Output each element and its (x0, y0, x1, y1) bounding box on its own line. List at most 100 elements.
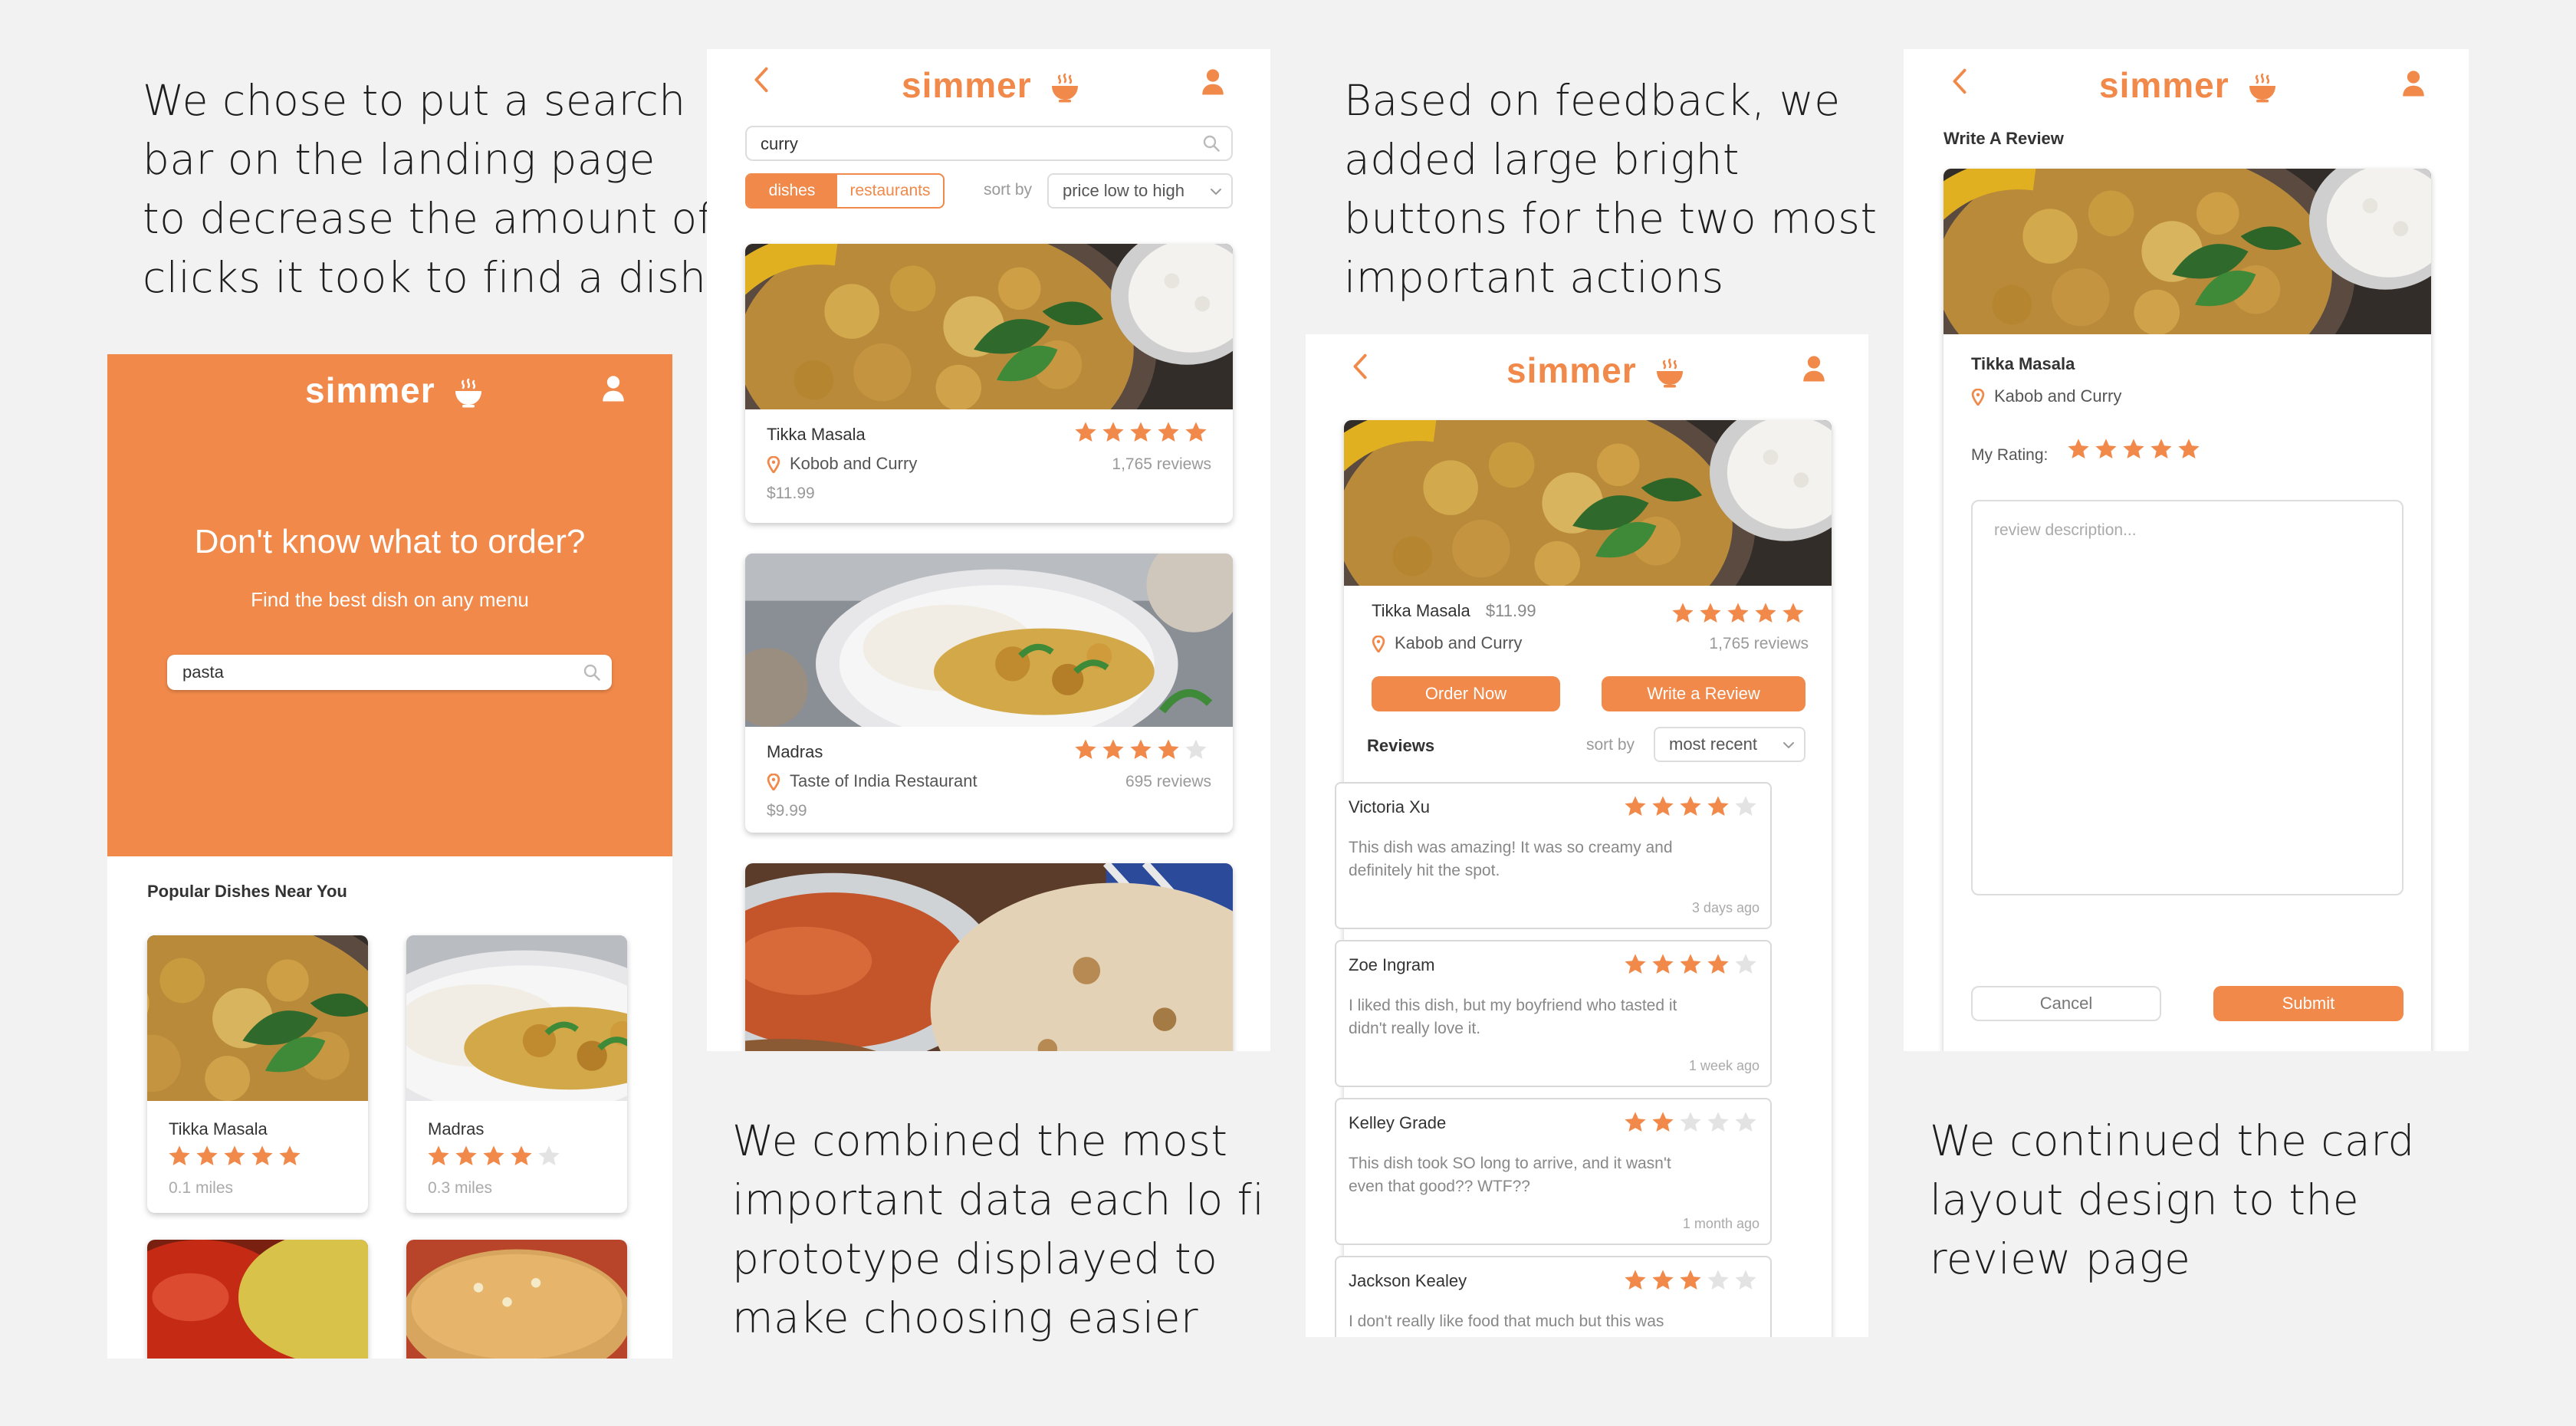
star-icon (1623, 794, 1648, 819)
search-input[interactable]: curry (745, 126, 1233, 161)
tab-restaurants[interactable]: restaurants (837, 175, 943, 207)
rating-stars (167, 1144, 302, 1168)
star-icon[interactable] (2121, 437, 2146, 462)
user-icon[interactable] (2402, 69, 2425, 97)
review-card[interactable]: Zoe Ingram I liked this dish, but my boy… (1335, 940, 1772, 1087)
order-now-button[interactable]: Order Now (1372, 676, 1560, 711)
star-icon (1733, 952, 1758, 977)
review-card[interactable]: Kelley Grade This dish took SO long to a… (1335, 1098, 1772, 1245)
star-icon (1129, 738, 1153, 762)
brand-name: simmer (305, 370, 435, 410)
restaurant-name: Taste of India Restaurant (767, 771, 978, 791)
star-icon[interactable] (2177, 437, 2201, 462)
caption-line: review page (1930, 1234, 2191, 1283)
review-text: I liked this dish, but my boyfriend who … (1349, 997, 1677, 1014)
brand-logo: simmer (1506, 350, 1685, 391)
dish-photo (745, 244, 1233, 409)
caption-search-bar: We chose to put a search bar on the land… (143, 71, 713, 307)
restaurant-label: Kabob and Curry (1994, 386, 2122, 406)
user-icon[interactable] (1201, 67, 1224, 95)
star-icon (195, 1144, 219, 1168)
location-pin-icon (1971, 389, 1985, 406)
star-icon[interactable] (2149, 437, 2174, 462)
back-icon[interactable] (1951, 67, 1968, 95)
dish-name: Tikka Masala (1971, 354, 2075, 373)
review-author: Jackson Kealey (1349, 1271, 1467, 1290)
star-icon[interactable] (2094, 437, 2118, 462)
review-textarea[interactable]: review description... (1971, 500, 2404, 895)
bowl-icon (1654, 358, 1685, 389)
caption-line: We continued the card (1930, 1116, 2415, 1165)
caption-line: make choosing easier (732, 1293, 1199, 1342)
rating-stars (426, 1144, 561, 1168)
search-icon[interactable] (583, 663, 601, 682)
review-form-card: Tikka Masala Kabob and Curry My Rating: … (1944, 169, 2431, 1051)
dish-price: $11.99 (1485, 601, 1536, 620)
restaurant-label: Taste of India Restaurant (790, 771, 978, 790)
sort-select[interactable]: price low to high (1047, 173, 1233, 209)
star-icon (1156, 420, 1181, 445)
sort-select[interactable]: most recent (1654, 727, 1806, 762)
caption-line: bar on the landing page (143, 135, 656, 184)
rating-stars (1073, 420, 1208, 445)
brand-name: simmer (2099, 65, 2229, 105)
star-icon (1781, 601, 1806, 626)
star-icon (1129, 420, 1153, 445)
rating-stars (1623, 794, 1758, 819)
user-icon[interactable] (602, 374, 625, 402)
dish-card[interactable]: Tikka Masala 0.1 miles (147, 935, 368, 1213)
dish-card[interactable] (406, 1240, 627, 1359)
write-review-button[interactable]: Write a Review (1602, 676, 1806, 711)
section-title: Popular Dishes Near You (147, 882, 347, 901)
dish-card[interactable]: Madras 0.3 miles (406, 935, 627, 1213)
review-text: This dish took SO long to arrive, and it… (1349, 1155, 1671, 1172)
my-rating-stars[interactable] (2066, 437, 2201, 462)
star-icon (1733, 1110, 1758, 1135)
brand-logo: simmer (2099, 64, 2278, 106)
submit-button[interactable]: Submit (2213, 986, 2404, 1021)
brand-name: simmer (1506, 350, 1637, 390)
star-icon (1671, 601, 1695, 626)
star-icon (426, 1144, 451, 1168)
star-icon (1706, 1110, 1730, 1135)
review-text: didn't really love it. (1349, 1020, 1481, 1037)
dish-name: Tikka Masala (767, 425, 866, 444)
review-count: 1,765 reviews (1709, 635, 1809, 652)
result-card[interactable]: Tikka Masala Kobob and Curry $11.99 1,76… (745, 244, 1233, 523)
landing-subhead: Find the best dish on any menu (251, 588, 529, 611)
star-icon (222, 1144, 247, 1168)
dish-price: $9.99 (767, 802, 807, 820)
caption-line: Based on feedback, we (1344, 76, 1841, 125)
dish-photo (406, 1240, 627, 1359)
caption-line: layout design to the (1930, 1175, 2360, 1224)
bowl-icon (453, 378, 484, 409)
star-icon (1623, 952, 1648, 977)
review-author: Zoe Ingram (1349, 955, 1435, 974)
star-icon (1698, 601, 1723, 626)
review-card[interactable]: Victoria Xu This dish was amazing! It wa… (1335, 782, 1772, 929)
search-input[interactable]: pasta (167, 655, 612, 690)
dish-distance: 0.3 miles (428, 1179, 493, 1197)
caption-line: prototype displayed to (732, 1234, 1218, 1283)
star-icon (1706, 1268, 1730, 1293)
write-review-screen: simmer Write A Review Tikka Masala Kabob… (1904, 49, 2469, 1051)
star-icon (1651, 1268, 1675, 1293)
sort-label: sort by (984, 181, 1033, 199)
review-card[interactable]: Jackson Kealey I don't really like food … (1335, 1256, 1772, 1337)
star-icon (1073, 420, 1098, 445)
caption-combined-data: We combined the most important data each… (732, 1112, 1264, 1348)
rating-stars (1623, 1110, 1758, 1135)
star-icon (1678, 1110, 1703, 1135)
result-card[interactable] (745, 863, 1233, 1051)
back-icon[interactable] (1352, 353, 1368, 380)
dish-card[interactable] (147, 1240, 368, 1359)
star-icon[interactable] (2066, 437, 2091, 462)
star-icon (1678, 794, 1703, 819)
caption-card-layout: We continued the card layout design to t… (1930, 1112, 2415, 1289)
cancel-button[interactable]: Cancel (1971, 986, 2161, 1021)
user-icon[interactable] (1802, 354, 1825, 382)
result-card[interactable]: Madras Taste of India Restaurant $9.99 6… (745, 554, 1233, 833)
search-icon[interactable] (1202, 134, 1221, 153)
back-icon[interactable] (753, 66, 770, 94)
tab-dishes[interactable]: dishes (747, 175, 837, 207)
